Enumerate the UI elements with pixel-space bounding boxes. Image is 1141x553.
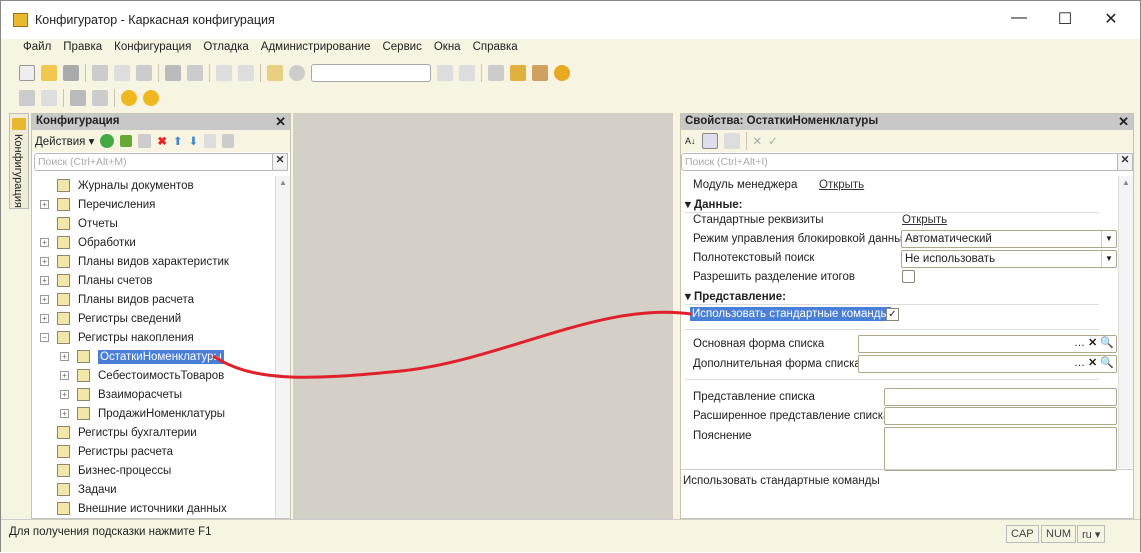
- status-bar: Для получения подсказки нажмите F1 CAP N…: [1, 519, 1140, 552]
- num-indicator: NUM: [1041, 525, 1077, 543]
- annotation-arrow: [212, 310, 692, 379]
- annotation-curve: [212, 310, 692, 379]
- cap-indicator: CAP: [1006, 525, 1039, 543]
- status-hint: Для получения подсказки нажмите F1: [9, 526, 212, 538]
- configurator-window: Конфигуратор - Каркасная конфигурация — …: [0, 0, 1141, 552]
- language-selector[interactable]: ru ▾: [1077, 525, 1106, 543]
